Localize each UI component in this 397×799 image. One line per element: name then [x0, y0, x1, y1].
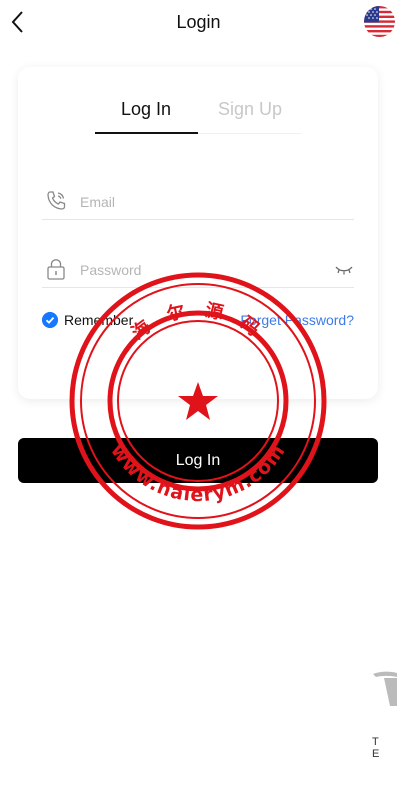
lock-icon — [47, 259, 65, 280]
email-field — [42, 185, 354, 220]
active-tab-indicator — [95, 132, 198, 134]
brand-logo-icon — [373, 671, 397, 706]
auth-tabs: Log In Sign Up — [95, 93, 301, 134]
login-card: Log In Sign Up Remember For — [18, 67, 378, 399]
checkbox-checked-icon[interactable] — [42, 312, 58, 328]
remember-label: Remember — [64, 312, 134, 328]
page-title: Login — [176, 12, 221, 32]
brand-logo-text: T E — [372, 736, 383, 760]
tab-sign-up[interactable]: Sign Up — [218, 99, 282, 120]
us-flag-icon[interactable] — [364, 6, 395, 37]
forgot-password-link[interactable]: Forget Password? — [240, 312, 354, 328]
password-field — [42, 253, 354, 288]
login-button[interactable]: Log In — [18, 438, 378, 483]
phone-icon — [47, 191, 66, 210]
email-input[interactable] — [80, 189, 320, 215]
tab-log-in[interactable]: Log In — [121, 99, 171, 120]
top-bar: Login — [0, 0, 397, 46]
eye-closed-icon[interactable] — [334, 261, 354, 277]
password-input[interactable] — [80, 257, 320, 283]
